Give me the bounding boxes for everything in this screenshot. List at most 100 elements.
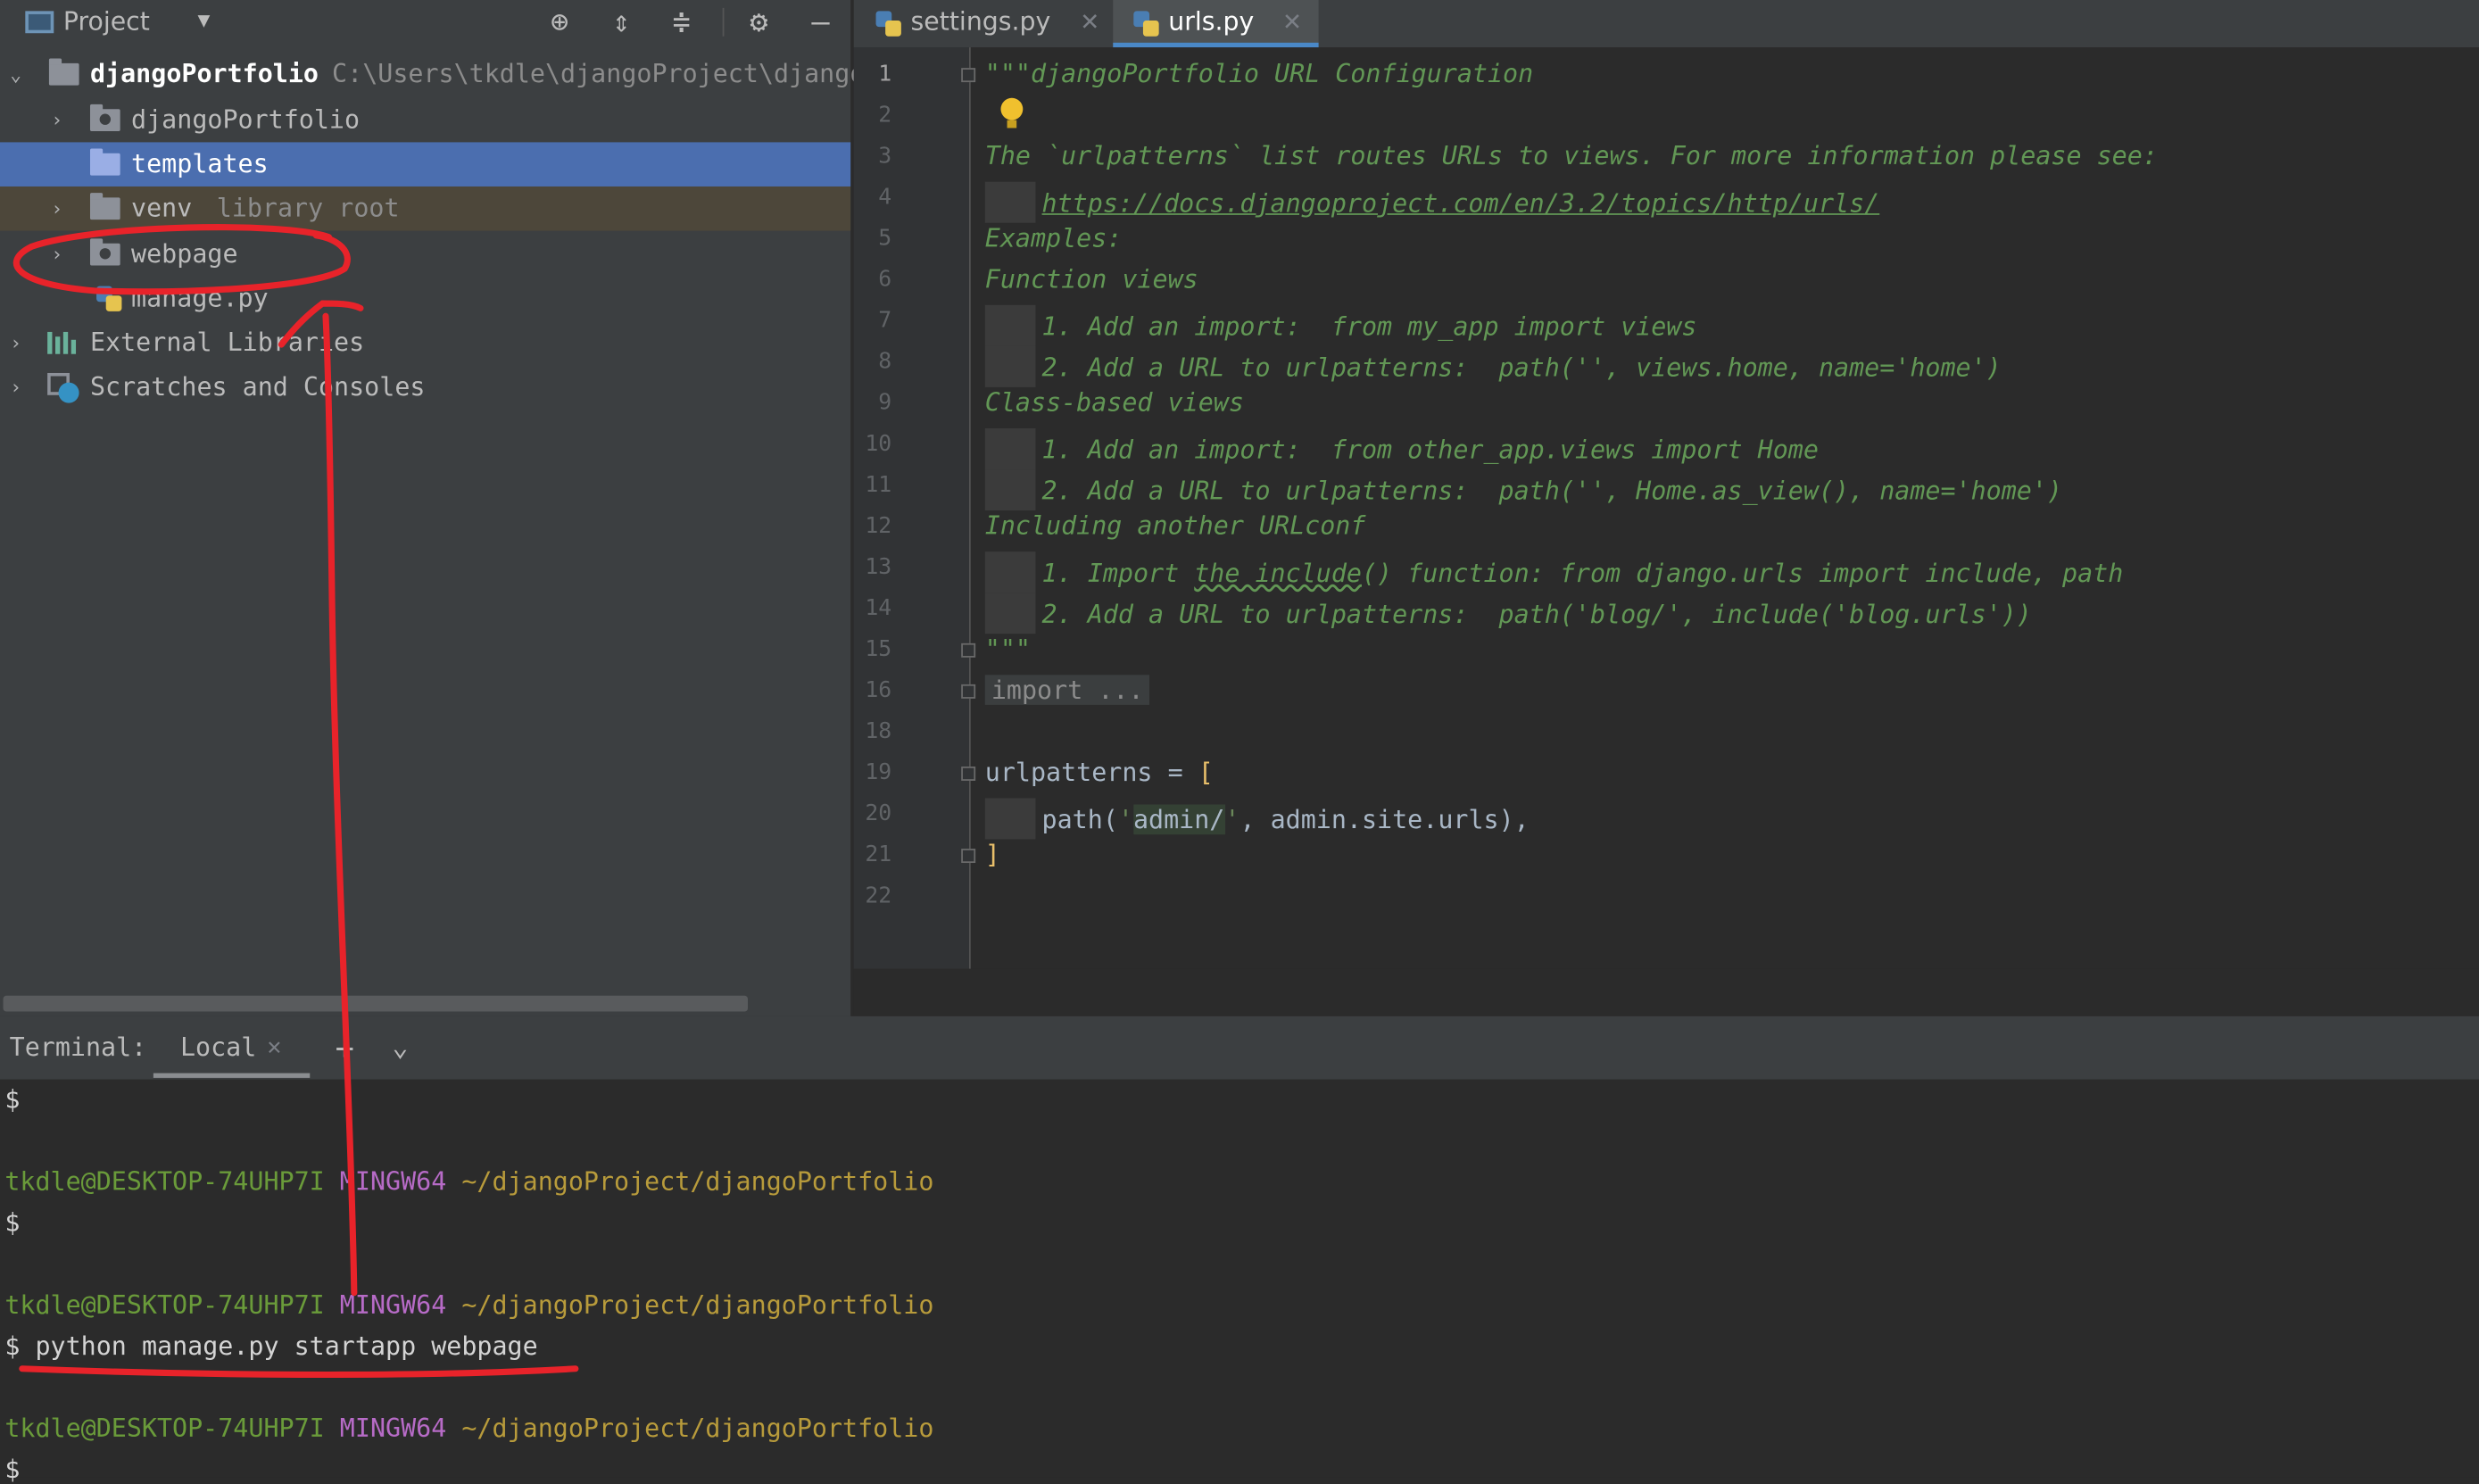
code-line-20: path('admin/', admin.site.urls), bbox=[984, 798, 1530, 840]
tree-item-label: venv bbox=[131, 193, 193, 223]
plus-icon[interactable]: + bbox=[336, 1029, 354, 1067]
chevron-down-icon[interactable]: ⌄ bbox=[4, 52, 27, 96]
chevron-right-icon[interactable]: › bbox=[46, 187, 68, 231]
tree-item-templates[interactable]: templates bbox=[0, 142, 851, 187]
terminal-path: ~/djangoProject/djangoPortfolio bbox=[461, 1166, 934, 1197]
toolbar-divider bbox=[722, 7, 725, 37]
line-number: 11 bbox=[865, 472, 892, 498]
editor-bottom-area bbox=[853, 968, 2479, 1016]
docs-link[interactable]: https://docs.djangoproject.com/en/3.2/to… bbox=[1042, 188, 1880, 219]
code-line-21: ] bbox=[984, 839, 1000, 870]
tree-item-scratches[interactable]: › Scratches and Consoles bbox=[0, 365, 850, 410]
fold-marker-icon[interactable] bbox=[961, 849, 976, 864]
collapse-all-icon[interactable]: ≑ bbox=[664, 4, 699, 39]
tree-item-manage-py[interactable]: manage.py bbox=[0, 277, 850, 321]
lightbulb-icon[interactable] bbox=[1000, 97, 1024, 129]
string-quote: ' bbox=[1224, 804, 1240, 835]
chevron-right-icon[interactable]: › bbox=[4, 365, 27, 410]
code-line-4: https://docs.djangoproject.com/en/3.2/to… bbox=[984, 181, 1880, 223]
line-number: 13 bbox=[865, 554, 892, 580]
terminal-prompt: $ bbox=[4, 1083, 21, 1115]
python-file-icon bbox=[96, 286, 122, 311]
project-view-selector[interactable]: Project bbox=[25, 6, 150, 37]
code-line-5: Examples: bbox=[984, 222, 1123, 253]
chevron-down-icon[interactable]: ▼ bbox=[197, 10, 210, 34]
tree-item-label: djangoPortfolio bbox=[131, 104, 361, 135]
terminal-line: tkdle@DESKTOP-74UHP7I MINGW64 ~/djangoPr… bbox=[4, 1166, 933, 1197]
fold-marker-icon[interactable] bbox=[961, 68, 976, 83]
chevron-right-icon[interactable]: › bbox=[46, 98, 68, 143]
tree-item-label: manage.py bbox=[131, 283, 269, 313]
code-text: 1. Add an import: from other_app.views i… bbox=[1041, 435, 1819, 465]
hide-panel-icon[interactable]: — bbox=[803, 4, 838, 39]
line-number: 3 bbox=[878, 144, 892, 170]
code-line-16: import ... bbox=[984, 675, 1150, 705]
templates-folder-icon bbox=[89, 148, 120, 176]
tree-item-venv[interactable]: › venv library root bbox=[0, 186, 851, 231]
expand-all-icon[interactable]: ⇕ bbox=[604, 4, 639, 39]
code-line-13: 1. Import the include() function: from d… bbox=[984, 551, 2124, 593]
project-title: Project bbox=[62, 6, 150, 37]
code-text: () function: from django.urls import inc… bbox=[1361, 558, 2124, 588]
code-line-9: Class-based views bbox=[984, 386, 1244, 418]
tree-item-hint: library root bbox=[216, 193, 400, 223]
string-literal: admin/ bbox=[1132, 804, 1225, 835]
code-line-11: 2. Add a URL to urlpatterns: path('', Ho… bbox=[984, 469, 2063, 511]
tab-local[interactable]: Local ✕ bbox=[153, 1016, 311, 1080]
fold-marker-icon[interactable] bbox=[961, 766, 976, 781]
code-line-7: 1. Add an import: from my_app import vie… bbox=[984, 304, 1696, 346]
chevron-right-icon[interactable]: › bbox=[4, 321, 27, 366]
tab-settings-py[interactable]: settings.py ✕ bbox=[854, 0, 1110, 47]
locate-file-icon[interactable]: ⊕ bbox=[543, 4, 577, 39]
terminal-header: Terminal: Local ✕ + ⌄ bbox=[0, 1016, 2479, 1080]
editor-tab-bar: settings.py ✕ urls.py ✕ bbox=[853, 0, 2479, 48]
code-line-3: The `urlpatterns` list routes URLs to vi… bbox=[984, 140, 2158, 171]
code-text: 2. Add a URL to urlpatterns: path('', Ho… bbox=[1041, 476, 2063, 506]
line-number: 6 bbox=[878, 267, 892, 293]
code-text: 1. Import bbox=[1041, 558, 1195, 588]
code-line-8: 2. Add a URL to urlpatterns: path('', vi… bbox=[984, 345, 2002, 387]
line-number: 20 bbox=[865, 800, 892, 827]
tab-label: settings.py bbox=[910, 6, 1051, 37]
tree-item-webpage[interactable]: › webpage bbox=[0, 232, 850, 277]
library-icon bbox=[47, 331, 79, 354]
chevron-down-icon[interactable]: ⌄ bbox=[392, 1032, 408, 1064]
tab-label: urls.py bbox=[1168, 6, 1255, 37]
project-header: Project ▼ ⊕ ⇕ ≑ ⚙ — bbox=[0, 0, 850, 47]
line-number: 9 bbox=[878, 390, 892, 416]
tree-item-path: C:\Users\tkdle\djangoProject\djangoPo bbox=[332, 58, 896, 89]
tree-item-project-root[interactable]: ⌄ djangoPortfolio C:\Users\tkdle\djangoP… bbox=[0, 52, 895, 96]
line-number: 7 bbox=[878, 308, 892, 334]
tree-item-label: External Libraries bbox=[89, 327, 365, 358]
close-icon[interactable]: ✕ bbox=[1282, 0, 1302, 45]
tab-label: Local bbox=[179, 1032, 257, 1063]
code-text: 2. Add a URL to urlpatterns: path('blog/… bbox=[1041, 599, 2032, 629]
python-file-icon bbox=[1133, 11, 1159, 37]
tab-urls-py[interactable]: urls.py ✕ bbox=[1113, 0, 1319, 48]
code-text: urlpatterns = bbox=[984, 757, 1198, 788]
line-number: 21 bbox=[865, 841, 892, 868]
string-quote: ' bbox=[1117, 804, 1133, 835]
terminal-command: python manage.py startapp webpage bbox=[35, 1331, 538, 1361]
horizontal-scrollbar[interactable] bbox=[3, 995, 749, 1012]
close-icon[interactable]: ✕ bbox=[267, 1032, 281, 1061]
project-panel: Project ▼ ⊕ ⇕ ≑ ⚙ — ⌄ djangoPortfolio C:… bbox=[0, 0, 896, 1016]
tree-item-external-libraries[interactable]: › External Libraries bbox=[0, 321, 850, 366]
line-number: 5 bbox=[878, 226, 892, 252]
collapsed-imports[interactable]: import ... bbox=[984, 675, 1150, 705]
fold-marker-icon[interactable] bbox=[961, 684, 976, 699]
tree-item-djangoportfolio[interactable]: › djangoPortfolio bbox=[0, 98, 850, 143]
close-icon[interactable]: ✕ bbox=[1080, 0, 1099, 45]
package-folder-icon bbox=[89, 104, 120, 132]
fold-marker-icon[interactable] bbox=[961, 643, 976, 658]
line-number: 8 bbox=[878, 349, 892, 375]
terminal-path: ~/djangoProject/djangoPortfolio bbox=[461, 1413, 934, 1444]
bracket: [ bbox=[1198, 757, 1214, 788]
gear-icon[interactable]: ⚙ bbox=[742, 4, 776, 39]
chevron-right-icon[interactable]: › bbox=[46, 232, 68, 277]
line-number: 10 bbox=[865, 431, 892, 457]
code-line-1: """djangoPortfolio URL Configuration bbox=[984, 58, 1534, 89]
scratches-icon bbox=[47, 372, 79, 403]
tree-item-label: djangoPortfolio bbox=[89, 58, 319, 89]
terminal-system: MINGW64 bbox=[339, 1413, 447, 1444]
